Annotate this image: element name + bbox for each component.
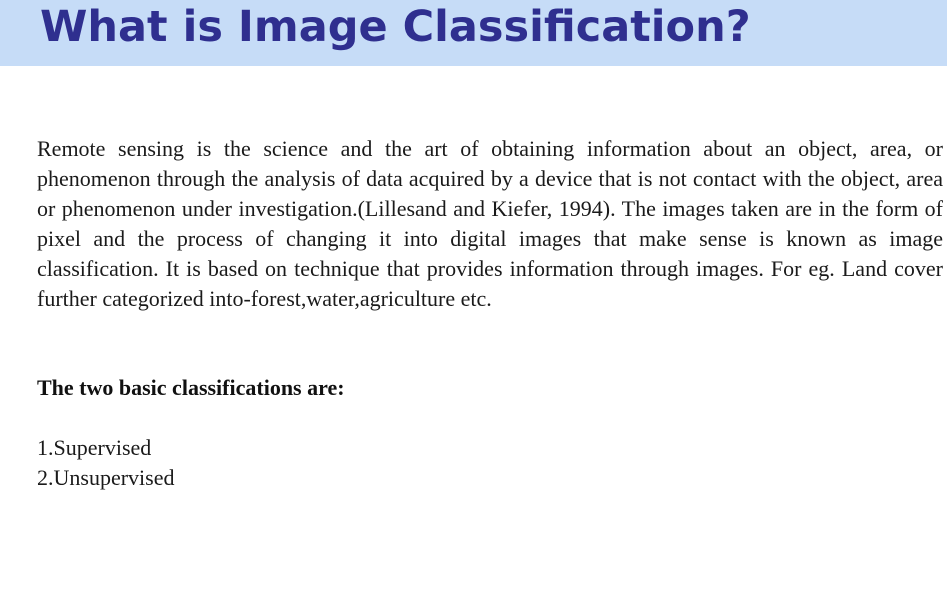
list-item-unsupervised: 2.Unsupervised bbox=[37, 465, 175, 490]
classifications-heading: The two basic classifications are: bbox=[37, 375, 345, 400]
body-paragraph: Remote sensing is the science and the ar… bbox=[37, 136, 943, 311]
slide-title: What is Image Classification? bbox=[40, 2, 751, 52]
title-band: What is Image Classification? bbox=[0, 0, 947, 66]
classification-list: 1.Supervised 2.Unsupervised bbox=[37, 433, 174, 493]
list-item-supervised: 1.Supervised bbox=[37, 435, 152, 460]
